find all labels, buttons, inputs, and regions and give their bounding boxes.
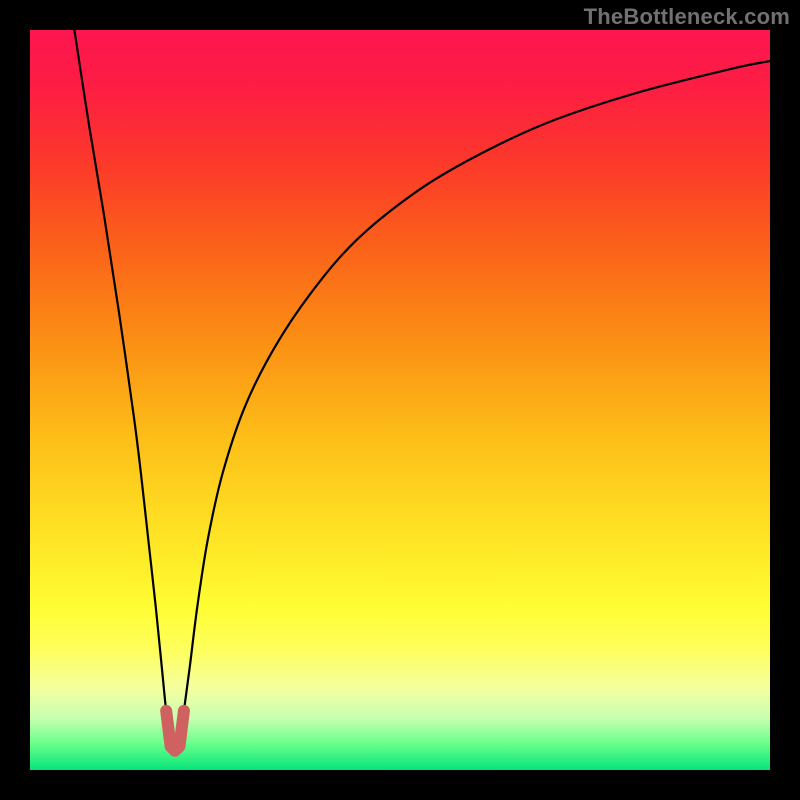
plot-area [30, 30, 770, 770]
gradient-background [30, 30, 770, 770]
chart-frame: TheBottleneck.com [0, 0, 800, 800]
watermark-text: TheBottleneck.com [584, 4, 790, 30]
plot-svg [30, 30, 770, 770]
